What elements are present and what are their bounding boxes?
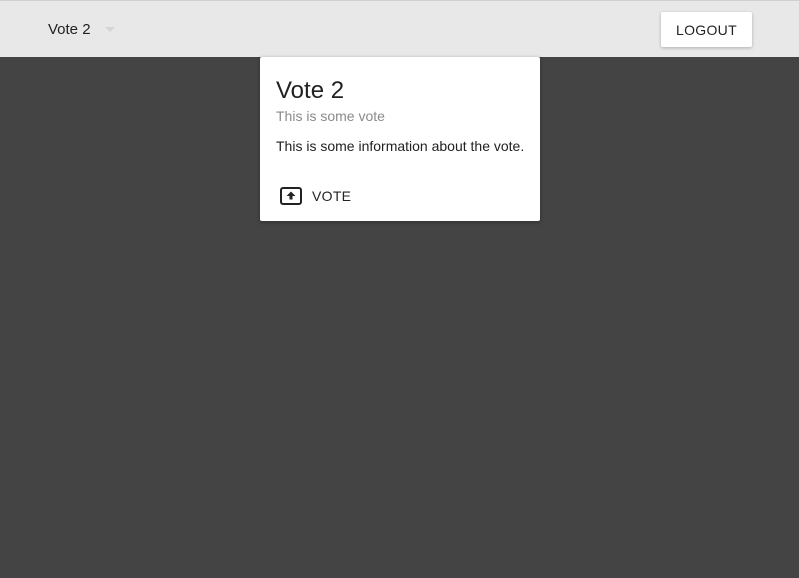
top-app-bar: Vote 2 LOGOUT — [0, 0, 799, 57]
vote-button[interactable]: VOTE — [272, 181, 359, 211]
logout-button[interactable]: LOGOUT — [661, 12, 752, 47]
dropdown-caret-icon — [104, 26, 115, 32]
card-subtitle: This is some vote — [276, 108, 385, 124]
vote-selector-dropdown[interactable]: Vote 2 — [40, 13, 123, 45]
card-description: This is some information about the vote. — [276, 138, 525, 154]
vote-card: Vote 2 This is some vote This is some in… — [260, 57, 540, 221]
card-title: Vote 2 — [276, 77, 345, 104]
vote-selector-value: Vote 2 — [48, 20, 91, 38]
upload-box-icon — [280, 187, 302, 205]
main-content: Vote 2 This is some vote This is some in… — [0, 57, 799, 578]
vote-button-label: VOTE — [312, 188, 352, 204]
